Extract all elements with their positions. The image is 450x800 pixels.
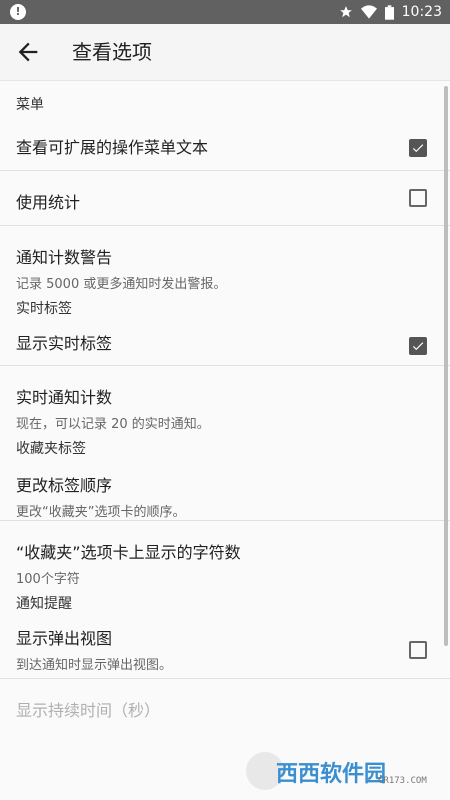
setting-title: 查看可扩展的操作菜单文本 [16, 138, 209, 157]
back-button[interactable] [14, 38, 42, 66]
page-title: 查看选项 [72, 40, 152, 64]
setting-title: 实时通知计数 [16, 388, 113, 407]
setting-show-realtime-tab[interactable]: 显示实时标签 [0, 326, 450, 366]
watermark-text: 西西软件园 [276, 762, 387, 787]
checkbox-show-realtime-tab[interactable] [409, 336, 427, 355]
setting-summary: 更改“收藏夹”选项卡的顺序。 [16, 505, 186, 520]
setting-realtime-notification-count[interactable]: 实时通知计数 现在，可以记录 20 的实时通知。 [0, 366, 450, 436]
section-header-realtime-tab: 实时标签 [16, 301, 72, 317]
toolbar: 查看选项 [0, 24, 450, 81]
arrow-left-icon [18, 42, 38, 62]
setting-title: 显示持续时间（秒） [16, 701, 161, 720]
setting-change-tab-order[interactable]: 更改标签顺序 更改“收藏夹”选项卡的顺序。 [0, 466, 450, 521]
setting-summary: 现在，可以记录 20 的实时通知。 [16, 417, 210, 432]
checkbox-usage-stats[interactable] [409, 189, 427, 207]
wifi-icon [360, 5, 377, 19]
setting-display-duration: 显示持续时间（秒） [0, 679, 450, 729]
alert-icon: ! [10, 4, 26, 20]
setting-title: 使用统计 [16, 193, 81, 212]
checkbox-expandable-menu-text[interactable] [409, 139, 427, 157]
watermark-logo: 西西软件园 CR173.COM [246, 752, 436, 790]
setting-title: 显示实时标签 [16, 334, 113, 353]
settings-list: 菜单 查看可扩展的操作菜单文本 使用统计 通知计数警告 记录 5000 或更多通… [0, 80, 450, 729]
setting-notification-count-warning[interactable]: 通知计数警告 记录 5000 或更多通知时发出警报。 [0, 226, 450, 296]
setting-title: “收藏夹”选项卡上显示的字符数 [16, 543, 241, 562]
clock-time: 10:23 [401, 4, 442, 20]
battery-icon [384, 4, 394, 20]
watermark-subtext: CR173.COM [378, 776, 427, 786]
setting-title: 通知计数警告 [16, 248, 113, 267]
setting-show-popup-view[interactable]: 显示弹出视图 到达通知时显示弹出视图。 [0, 621, 450, 679]
section-header-favorites-tab: 收藏夹标签 [16, 441, 86, 457]
setting-title: 更改标签顺序 [16, 476, 113, 495]
checkmark-icon [412, 341, 424, 350]
checkbox-show-popup-view[interactable] [409, 640, 427, 659]
section-header-menu: 菜单 [16, 97, 44, 113]
star-icon [339, 5, 353, 19]
setting-title: 显示弹出视图 [16, 629, 113, 648]
setting-summary: 记录 5000 或更多通知时发出警报。 [16, 277, 227, 292]
setting-usage-stats[interactable]: 使用统计 [0, 171, 450, 226]
setting-expandable-menu-text[interactable]: 查看可扩展的操作菜单文本 [0, 126, 450, 171]
checkmark-icon [412, 144, 424, 153]
setting-summary: 100个字符 [16, 572, 80, 587]
section-header-notification-alert: 通知提醒 [16, 596, 72, 612]
status-bar: ! 10:23 [0, 0, 450, 24]
setting-summary: 到达通知时显示弹出视图。 [16, 658, 173, 673]
setting-favorites-char-count[interactable]: “收藏夹”选项卡上显示的字符数 100个字符 [0, 521, 450, 591]
scrollbar[interactable] [444, 86, 448, 646]
